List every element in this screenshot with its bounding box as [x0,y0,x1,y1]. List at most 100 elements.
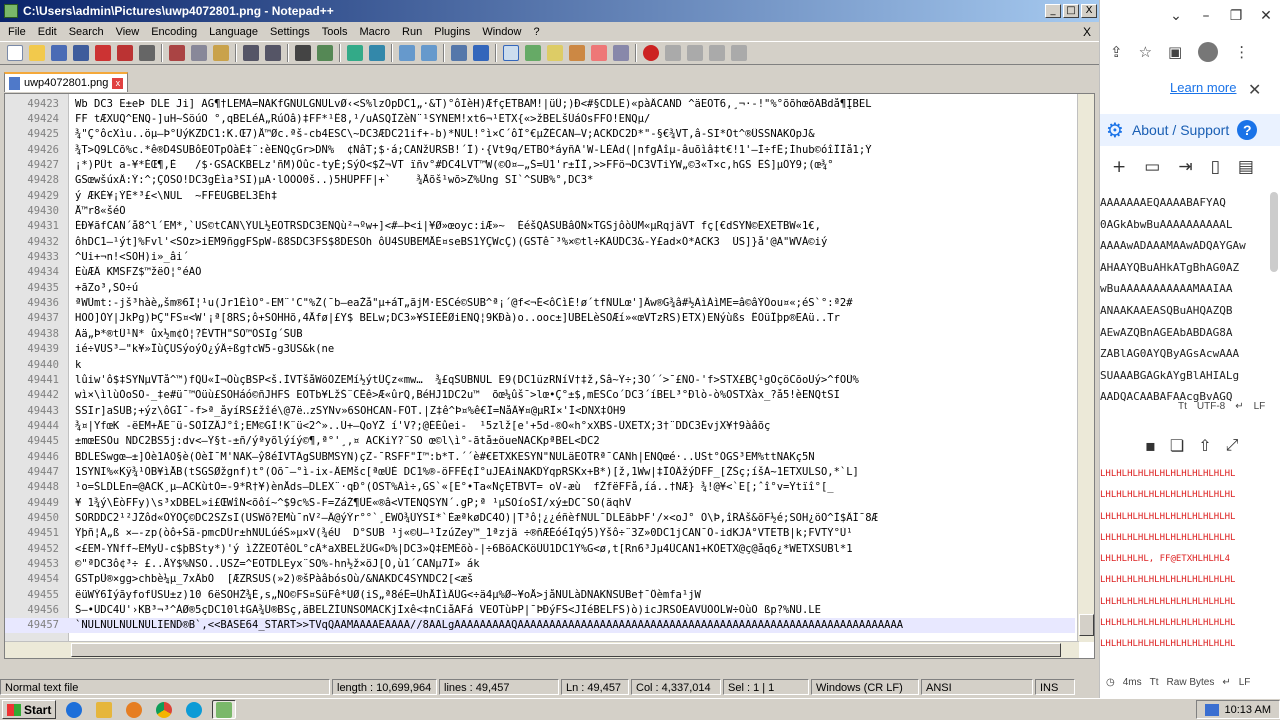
editor-line[interactable]: 49440 k [5,357,1075,372]
title-bar[interactable]: C:\Users\admin\Pictures\uwp4072801.png -… [0,0,1099,22]
output-line[interactable]: LHLHLHLHLHLHLHLHLHLHLHLHL [1100,634,1280,655]
output-line[interactable]: LHLHLHLHL, FF@ETXHLHLHL4 [1100,549,1280,570]
editor-line[interactable]: 49437 HOÕ]ÒY|JkPg)ÞÇ"FS¤<W'¡ª[8RS;ô+SOHHõ… [5,311,1075,326]
line-text[interactable]: ¾¤|YfœK -ëEM+ÅE¨ü-SOÌZÂJ°î;EM©GÌ!K¨ü<2^»… [65,420,770,432]
close-icon[interactable]: ✕ [1248,80,1261,99]
find-icon[interactable] [295,45,311,61]
learn-more-link[interactable]: Learn more [1170,80,1236,95]
undo-icon[interactable] [243,45,259,61]
function-list-icon[interactable] [569,45,585,61]
media-player-taskbar-icon[interactable] [122,700,146,719]
output-line[interactable]: LHLHLHLHLHLHLHLHLHLHLHLHL [1100,464,1280,485]
copy-icon[interactable]: ❏ [1170,436,1184,455]
output-line[interactable]: LHLHLHLHLHLHLHLHLHLHLHLHL [1100,528,1280,549]
edge-taskbar-icon[interactable] [182,700,206,719]
udl-icon[interactable] [525,45,541,61]
editor-line[interactable]: 49433 ^Ui+¬n!<SOH)i»_âi´ [5,249,1075,264]
folder-icon[interactable]: ▭ [1144,157,1160,177]
close-button[interactable]: X [1081,4,1097,18]
save-all-icon[interactable] [73,45,89,61]
line-text[interactable]: Š—•ÜDC4Ü'›KB³¬³^ÀØ®5çDC10l‡GÃ¾Ü®BSç,äBEL… [65,604,821,616]
output-line[interactable]: LHLHLHLHLHLHLHLHLHLHLHLHL [1100,592,1280,613]
horizontal-scrollbar[interactable] [5,641,1079,658]
about-support-label[interactable]: About / Support [1132,122,1229,138]
new-file-icon[interactable] [7,45,23,61]
editor-line[interactable]: 49439 ié÷VUS³–"k¥»ÎùÇUSýoýÔ¿ýÂ÷ßg†cW5-g3U… [5,342,1075,357]
editor-line[interactable]: 49454 GSTpÜ®×gg>chbè¼µ_7xÂbÓ [ÆZRSUS(»2)®… [5,572,1075,587]
line-text[interactable]: ëüWÝ6ÍýãyfofÜSU±z)10 6ëSOHŽ¾È,s„ÑO©FS¤Sü… [65,589,701,601]
base64-line[interactable]: AAAAwADAAAMAAwADQAYGAw [1100,235,1270,257]
editor-line[interactable]: 49432 ôhDC1–¹ýt]%Fvl'<SOz>iEM9ñggFSpW-ß8S… [5,234,1075,249]
editor-line[interactable]: 49453 ©"ªDC3ô¢³÷ £..ÅŸ$%NSO..USZ=^EOTDLEy… [5,556,1075,571]
redo-icon[interactable] [265,45,281,61]
line-text[interactable]: +ãZo³,SÒ÷ú [65,282,138,294]
save-icon[interactable]: ▪ [1145,436,1156,455]
help-icon[interactable]: ? [1237,120,1258,140]
stop-macro-icon[interactable] [665,45,681,61]
profile-avatar-icon[interactable] [1198,42,1219,62]
line-text[interactable]: ¾"Ç°ôcXìu..öµ–Þ°ÜýKZDC1:K.Œ7)Å™Øc.ªš-cb4… [65,128,815,140]
eol-icon[interactable]: ↵ [1235,401,1243,412]
chrome-taskbar-icon[interactable] [152,700,176,719]
monitoring-icon[interactable] [613,45,629,61]
import-icon[interactable]: ⇥ [1178,157,1192,177]
doc-map-icon[interactable] [547,45,563,61]
minimize-icon[interactable]: – [1191,8,1221,24]
line-text[interactable]: ±mœESOu NDC2BS5j:dv<–Ÿ§t-±ñ/ýªyõlýíý©¶,ª… [65,435,600,447]
line-text[interactable]: SORDDC2¹²JŽôd«ÓÝÕÇ©DC2SZsI(USWõ?EMù¯nV²—… [65,512,878,524]
line-text[interactable]: ¥ 1¾ý\ÈòFFy)\s³xDBEL»i£ŒWîÑ<õôí~^$9c%S-F… [65,497,631,509]
editor-line[interactable]: 49457 `NULNULNULNULIEND®B`,<<BASE64_START… [5,617,1075,634]
menu-run[interactable]: Run [396,26,428,38]
eol-label[interactable]: LF [1254,401,1266,412]
line-text[interactable]: Ÿþñ¦Á„ß ×—-zp(òô+Šä-pmcDÜr±hNULúéŠ»µ×V(¾… [65,527,853,539]
eol-icon[interactable]: ↵ [1222,677,1230,688]
menu-encoding[interactable]: Encoding [145,26,203,38]
editor-line[interactable]: 49456 Š—•ÜDC4Ü'›KB³¬³^ÀØ®5çDC10l‡GÃ¾Ü®BSç… [5,602,1075,617]
sidebar-icon[interactable]: ▣ [1168,43,1182,61]
line-text[interactable]: FF tÆXUQ^ENQ-]uH~ŠöúO °‚qBELéÀ„RúÖâ)‡FF*… [65,113,650,125]
copy-icon[interactable] [191,45,207,61]
base64-line[interactable]: AEwAZQBnAGEAbABDAG8A [1100,322,1270,344]
tab-close-icon[interactable]: x [112,77,124,89]
line-text[interactable]: ý ÆKÈ¥¡ÝÈ*³£<\NUL ~FFÈÜGBEL3Èh‡ [65,190,277,202]
open-file-icon[interactable] [29,45,45,61]
close-document-button[interactable]: X [1083,25,1099,39]
menu-help[interactable]: ? [527,26,545,38]
editor-line[interactable]: 49445 ±mœESOu NDC2BS5j:dv<–Ÿ§t-±ñ/ýªyõlýí… [5,434,1075,449]
editor-line[interactable]: 49427 ¡*)PÛt a-¥*ÉŒ¶,È /$·GSACKBELz'ñM)Ôû… [5,157,1075,172]
folder-as-workspace-icon[interactable] [591,45,607,61]
play-macro-icon[interactable] [687,45,703,61]
editor-line[interactable]: 49442 wì×\ìlùÒoSO-_‡e#ü¯™Oüù£SOHáó©ñJHFS … [5,388,1075,403]
line-text[interactable]: k [65,359,81,371]
editor-line[interactable]: 49450 SORDDC2¹²JŽôd«ÓÝÕÇ©DC2SZsI(USWõ?EMù… [5,510,1075,525]
editor-line[interactable]: 49449 ¥ 1¾ý\ÈòFFy)\s³xDBEL»i£ŒWîÑ<õôí~^$9… [5,495,1075,510]
line-text[interactable]: ^Ui+¬n!<SOH)i»_âi´ [65,251,189,263]
editor-line[interactable]: 49434 ÈùÆÂ KMSFZ$™žëÕ¦°éÃÔ [5,265,1075,280]
output-encoding[interactable]: Raw Bytes [1167,677,1215,688]
layout-icon[interactable]: ▤ [1238,157,1254,177]
folder-taskbar-icon[interactable] [92,700,116,719]
line-text[interactable]: lûiw'ô$‡SYNµVTå^™)fQÜ«Í¬ÒùçBSP<š.ÌVTšåWö… [65,374,859,386]
editor-line[interactable]: 49444 ¾¤|YfœK -ëEM+ÅE¨ü-SOÌZÂJ°î;EM©GÌ!K¨… [5,418,1075,433]
restore-icon[interactable]: ❐ [1221,8,1251,24]
ie-taskbar-icon[interactable] [62,700,86,719]
editor-line[interactable]: 49441 lûiw'ô$‡SYNµVTå^™)fQÜ«Í¬ÒùçBSP<š.ÌV… [5,372,1075,387]
line-text[interactable]: GSTpÜ®×gg>chbè¼µ_7xÂbÓ [ÆZRSUS(»2)®šPàâb… [65,573,473,585]
more-menu-icon[interactable]: ⋮ [1234,43,1249,61]
share-icon[interactable]: ⇪ [1110,43,1123,61]
menu-window[interactable]: Window [476,26,527,38]
maximize-button[interactable]: □ [1063,4,1079,18]
line-text[interactable]: Ãä„Þ*®tÜ¹N* ûx½m¢Ô¦?ÉVTH"SO™ÓSIg´SUB [65,328,303,340]
show-all-chars-icon[interactable] [473,45,489,61]
line-text[interactable]: ©"ªDC3ô¢³÷ £..ÅŸ$%NSO..USZ=^EOTDLEyx¨SO%… [65,558,480,570]
editor-line[interactable]: 49448 ¹o=ŠLDLEn=@ACK¸µ–ACKùtÒ=-9*R†¥)ènÅd… [5,480,1075,495]
line-text[interactable]: `NULNULNULNULIEND®B`,<<BASE64_START>>TVq… [65,619,903,631]
line-text[interactable]: wì×\ìlùÒoSO-_‡e#ü¯™Oüù£SOHáó©ñJHFS EOTb¥… [65,389,840,401]
base64-input-text[interactable]: AAAAAAAEQAAAABAFYAQ 0AGkAbwBuAAAAAAAAAAL A… [1100,192,1270,402]
editor-line[interactable]: 49428 GSœwšúxÂ:Ý:^;ÇÕSO!DC3gÈìa³SI)µÃ·lÒÒ… [5,173,1075,188]
menu-tools[interactable]: Tools [316,26,354,38]
close-all-icon[interactable] [117,45,133,61]
zoom-out-icon[interactable] [369,45,385,61]
menu-search[interactable]: Search [63,26,110,38]
clock[interactable]: 10:13 AM [1225,704,1271,716]
